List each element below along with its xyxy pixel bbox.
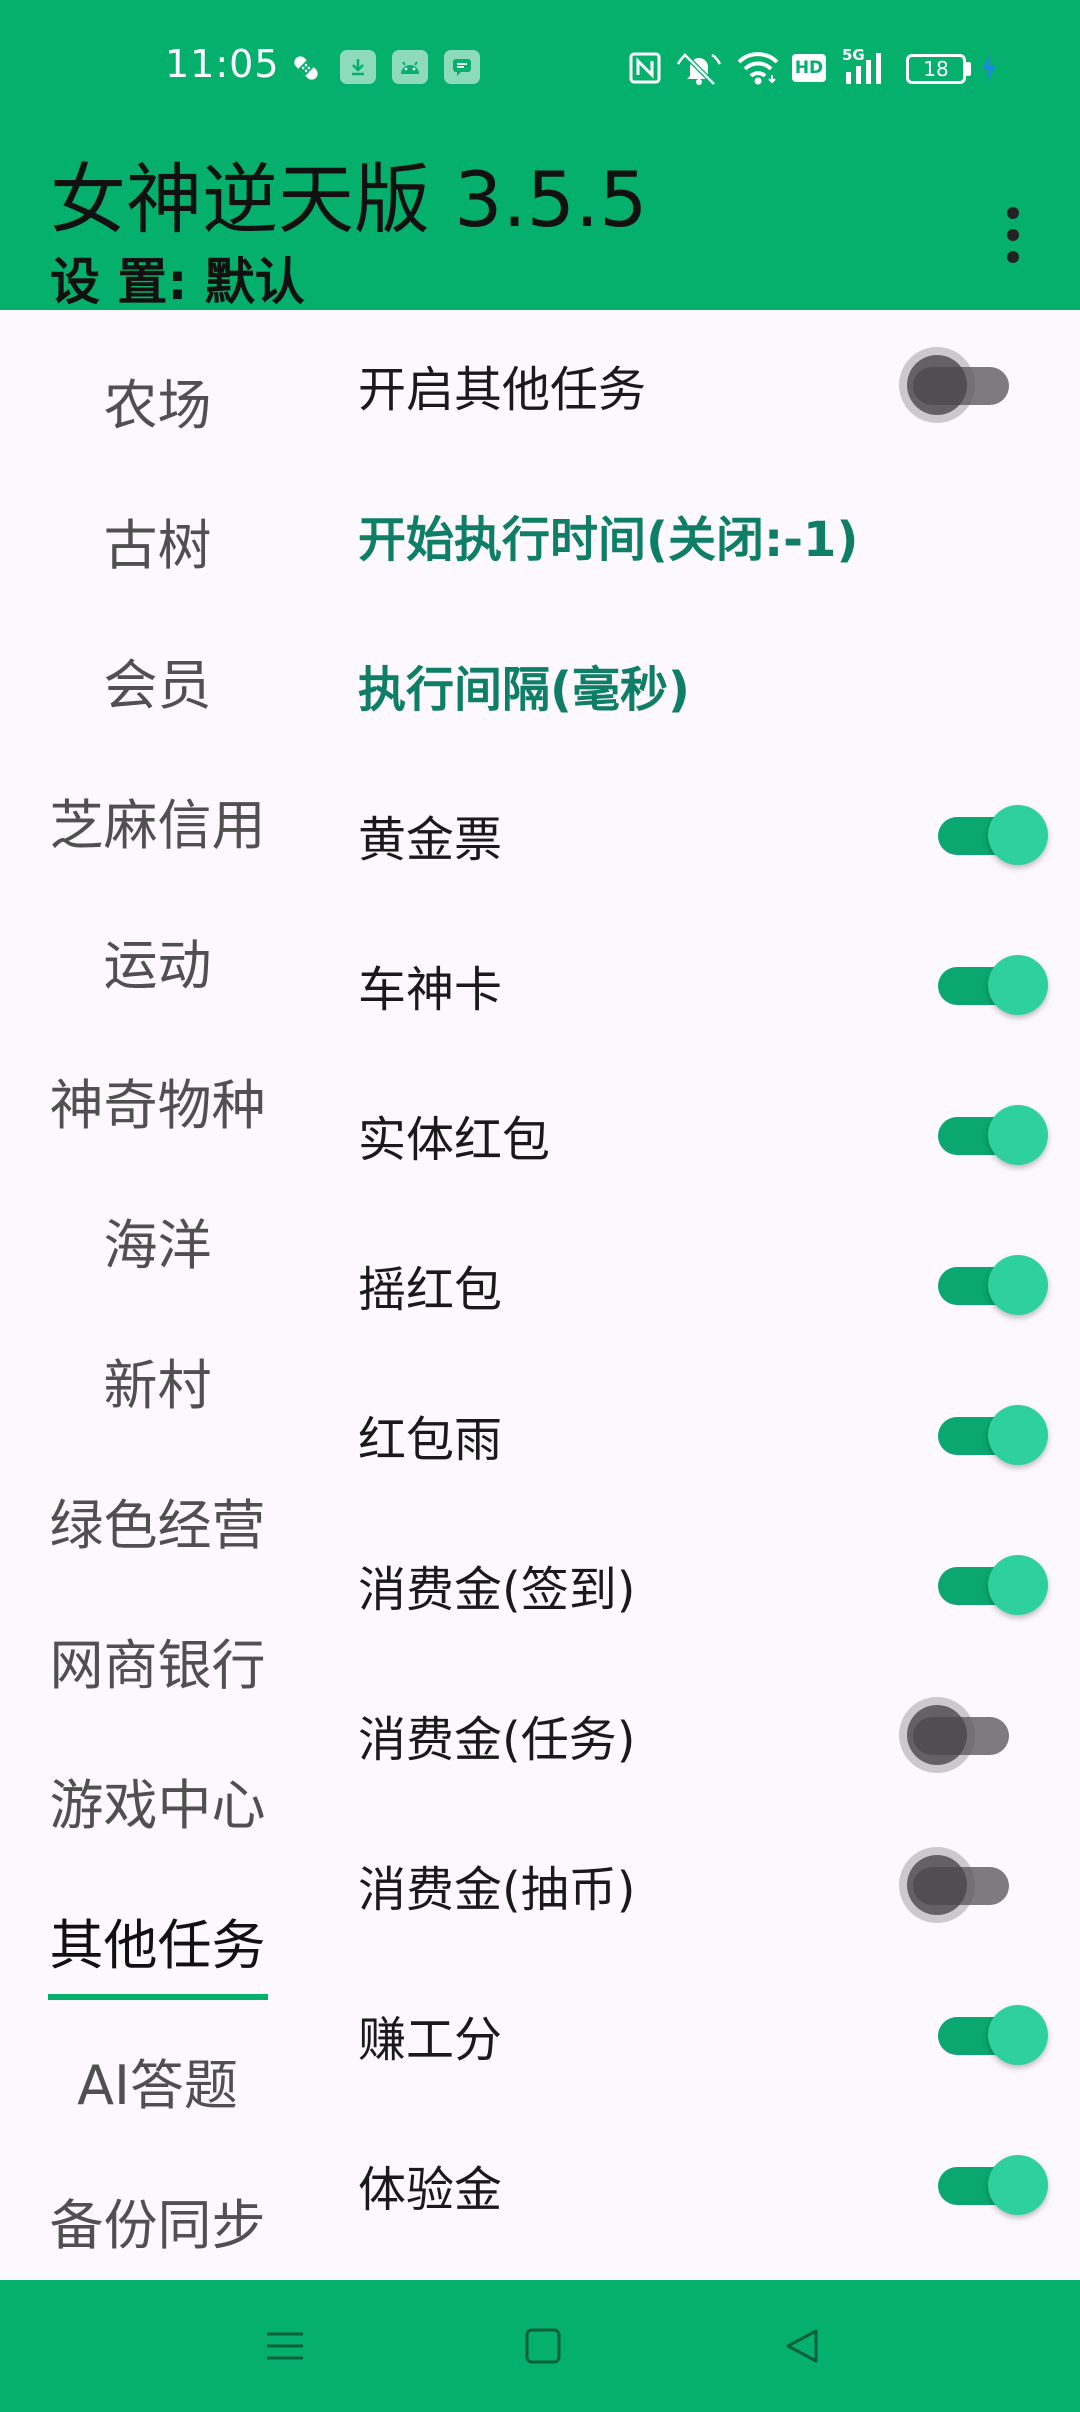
setting-label: 摇红包 (358, 1262, 503, 1318)
network-label: 5G (842, 46, 865, 64)
setting-row-gold-ticket[interactable]: 黄金票 (320, 760, 1080, 910)
status-bar: 11:05 HD 5G 18 (0, 0, 1080, 130)
toggle-switch[interactable] (930, 1555, 1050, 1615)
setting-label: 开始执行时间(关闭:-1) (358, 512, 859, 568)
system-nav-bar (0, 2280, 1080, 2412)
home-square-icon[interactable] (513, 2316, 573, 2376)
setting-row-physical-red-packet[interactable]: 实体红包 (320, 1060, 1080, 1210)
setting-row-consume-gold-task[interactable]: 消费金(任务) (320, 1660, 1080, 1810)
setting-row-experience-gold[interactable]: 体验金 (320, 2110, 1080, 2260)
sidebar-item-sesame-credit[interactable]: 芝麻信用 (0, 750, 315, 890)
battery-level: 18 (923, 57, 949, 81)
sidebar: 农场 古树 会员 芝麻信用 运动 神奇物种 海洋 新村 绿色经营 网商银行 游戏… (0, 310, 320, 2280)
sidebar-item-ancient-tree[interactable]: 古树 (0, 470, 315, 610)
charging-icon (978, 50, 1000, 86)
back-triangle-icon[interactable] (772, 2316, 832, 2376)
toggle-switch[interactable] (930, 1405, 1050, 1465)
setting-row-interval[interactable]: 执行间隔(毫秒) (320, 610, 1080, 760)
app-bar: 女神逆天版 3.5.5 设 置: 默认 (0, 130, 1080, 311)
toggle-switch[interactable] (930, 805, 1050, 865)
sidebar-item-mybank[interactable]: 网商银行 (0, 1590, 315, 1730)
setting-label: 消费金(抽币) (358, 1862, 636, 1918)
battery-tip (966, 62, 971, 76)
settings-list: 开启其他任务 开始执行时间(关闭:-1) 执行间隔(毫秒) 黄金票 车神卡 实体… (320, 310, 1080, 2280)
setting-label: 车神卡 (358, 962, 503, 1018)
setting-row-red-packet-rain[interactable]: 红包雨 (320, 1360, 1080, 1510)
sidebar-active-indicator (48, 1994, 268, 2000)
download-icon (340, 50, 376, 84)
sidebar-item-member[interactable]: 会员 (0, 610, 315, 750)
menu-icon[interactable] (255, 2316, 315, 2376)
bell-muted-icon (676, 50, 722, 86)
setting-label: 实体红包 (358, 1112, 551, 1168)
setting-row-shake-red-packet[interactable]: 摇红包 (320, 1210, 1080, 1360)
hd-icon: HD (792, 50, 826, 86)
status-time: 11:05 (165, 42, 280, 86)
android-icon (392, 50, 428, 84)
setting-label: 红包雨 (358, 1412, 503, 1468)
battery-icon: 18 (906, 54, 966, 84)
toggle-switch[interactable] (930, 2155, 1050, 2215)
toggle-switch[interactable] (905, 1705, 1025, 1765)
toggle-switch[interactable] (930, 2005, 1050, 2065)
sidebar-item-magic-species[interactable]: 神奇物种 (0, 1030, 315, 1170)
sidebar-item-farm[interactable]: 农场 (0, 330, 315, 470)
setting-label: 执行间隔(毫秒) (358, 662, 690, 718)
toggle-switch[interactable] (930, 1255, 1050, 1315)
setting-row-start-time[interactable]: 开始执行时间(关闭:-1) (320, 460, 1080, 610)
bandage-icon (288, 50, 324, 86)
setting-label: 消费金(签到) (358, 1562, 636, 1618)
signal-5g-icon: 5G (842, 46, 892, 86)
setting-label: 赚工分 (358, 2012, 503, 2068)
setting-label: 开启其他任务 (358, 362, 647, 418)
setting-label: 消费金(任务) (358, 1712, 636, 1768)
toggle-switch[interactable] (930, 1105, 1050, 1165)
nfc-icon (628, 50, 662, 86)
setting-row-enable-other-tasks[interactable]: 开启其他任务 (320, 310, 1080, 460)
toggle-switch[interactable] (905, 1855, 1025, 1915)
sidebar-item-game-center[interactable]: 游戏中心 (0, 1730, 315, 1870)
sidebar-item-new-village[interactable]: 新村 (0, 1310, 315, 1450)
sidebar-item-backup-sync[interactable]: 备份同步 (0, 2150, 315, 2290)
toggle-switch[interactable] (930, 955, 1050, 1015)
setting-row-consume-gold-signin[interactable]: 消费金(签到) (320, 1510, 1080, 1660)
setting-row-car-card[interactable]: 车神卡 (320, 910, 1080, 1060)
more-vert-icon[interactable] (990, 190, 1036, 280)
message-icon (444, 50, 480, 84)
sidebar-item-ai-quiz[interactable]: AI答题 (0, 2010, 315, 2150)
setting-row-earn-points[interactable]: 赚工分 (320, 1960, 1080, 2110)
sidebar-item-sport[interactable]: 运动 (0, 890, 315, 1030)
setting-label: 黄金票 (358, 812, 503, 868)
setting-row-consume-gold-draw[interactable]: 消费金(抽币) (320, 1810, 1080, 1960)
wifi-icon (736, 50, 780, 86)
sidebar-item-green-business[interactable]: 绿色经营 (0, 1450, 315, 1590)
app-title: 女神逆天版 3.5.5 (50, 155, 648, 244)
hd-label: HD (792, 54, 826, 82)
toggle-switch[interactable] (905, 355, 1025, 415)
setting-label: 体验金 (358, 2162, 503, 2218)
config-subtitle: 设 置: 默认 (50, 253, 305, 311)
sidebar-item-other-tasks[interactable]: 其他任务 (0, 1870, 315, 2010)
sidebar-item-ocean[interactable]: 海洋 (0, 1170, 315, 1310)
